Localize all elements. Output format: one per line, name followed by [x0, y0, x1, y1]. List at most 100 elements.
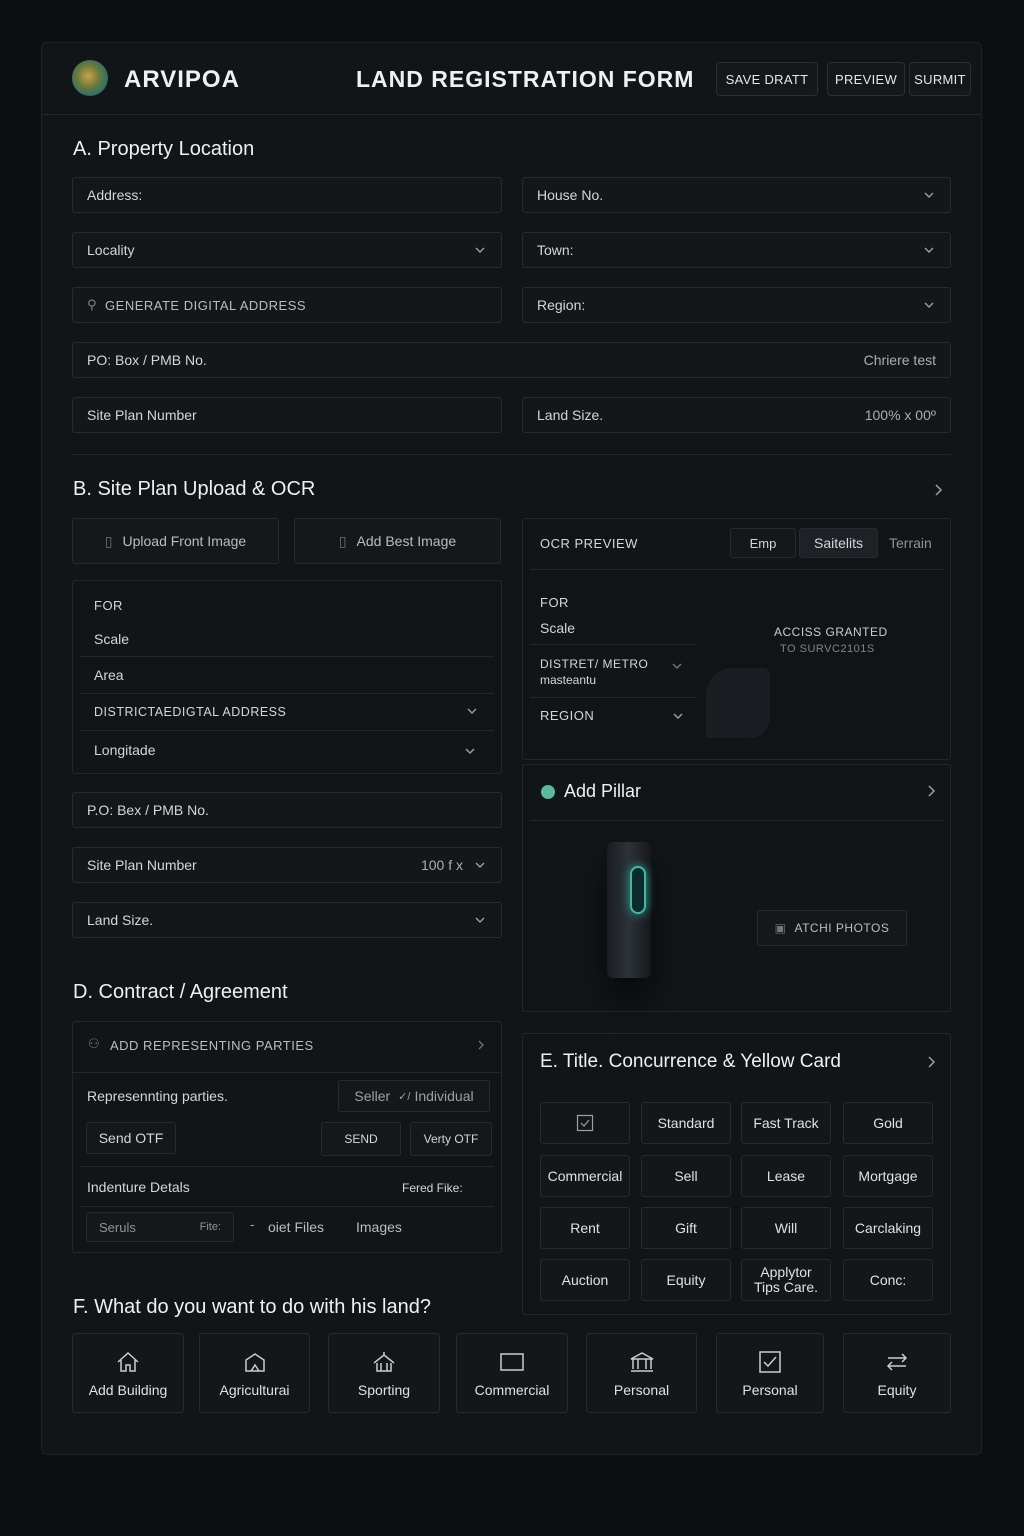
add-building-card[interactable]: Add Building	[72, 1333, 184, 1413]
upload-front-image-button[interactable]: ▯ Upload Front Image	[72, 518, 279, 564]
sporting-card[interactable]: Sporting	[328, 1333, 440, 1413]
tile-conc[interactable]: Conc:	[843, 1259, 933, 1301]
tab-emp[interactable]: Emp	[730, 528, 796, 558]
po-box-field[interactable]: PO: Box / PMB No. Chriere test	[72, 342, 951, 378]
site-plan-number-select[interactable]: Site Plan Number 100 f x	[72, 847, 502, 883]
image-icon: ▯	[338, 532, 347, 549]
longitude-select[interactable]: Longitade	[94, 742, 156, 758]
chevron-right-icon[interactable]	[932, 482, 946, 498]
location-pin-icon: ⚲	[87, 297, 98, 312]
generate-label: GENERATE DIGITAL ADDRESS	[105, 297, 307, 313]
chevron-down-icon	[922, 298, 936, 312]
send-otp-field[interactable]: Send OTF	[86, 1122, 176, 1154]
checkbox-tile[interactable]	[540, 1102, 630, 1144]
district-digital-address-select[interactable]: DISTRICTAEDIGTAL ADDRESS	[94, 705, 286, 719]
submit-button[interactable]: SURMIT	[909, 62, 971, 96]
tile-rent[interactable]: Rent	[540, 1207, 630, 1249]
oiet-files-link[interactable]: oiet Files	[268, 1219, 324, 1235]
chevron-down-icon	[922, 188, 936, 202]
pillar-light	[630, 866, 646, 914]
seruls-field[interactable]: Seruls Fite:	[86, 1212, 234, 1242]
rectangle-icon	[500, 1353, 524, 1371]
add-parties-label: ADD REPRESENTING PARTIES	[110, 1038, 314, 1053]
card-label: Sporting	[357, 1382, 411, 1398]
locality-select[interactable]: Locality	[72, 232, 502, 268]
house-icon	[117, 1351, 139, 1372]
map-shape	[706, 668, 770, 738]
chevron-right-icon[interactable]	[925, 783, 939, 799]
section-a-title: A. Property Location	[73, 138, 255, 160]
site-plan-number-field[interactable]: Site Plan Number	[72, 397, 502, 433]
brand-name: ARVIPOA	[124, 66, 240, 93]
verify-otp-button[interactable]: Verty OTF	[410, 1122, 492, 1156]
chevron-down-icon	[670, 659, 684, 673]
tile-caretaking[interactable]: Carclaking	[843, 1207, 933, 1249]
ocr-region-select[interactable]: REGION	[540, 708, 594, 723]
tile-mortgage[interactable]: Mortgage	[843, 1155, 933, 1197]
tile-gift[interactable]: Gift	[641, 1207, 731, 1249]
tab-satellites[interactable]: Saitelits	[799, 528, 878, 558]
po-box-label: PO: Box / PMB No.	[87, 352, 207, 368]
checkbox-icon	[759, 1351, 781, 1373]
tile-auction[interactable]: Auction	[540, 1259, 630, 1301]
po-box-b-label: P.O: Bex / PMB No.	[87, 802, 209, 818]
tile-sell[interactable]: Sell	[641, 1155, 731, 1197]
transfer-icon	[886, 1353, 908, 1371]
add-best-label: Add Best Image	[356, 533, 457, 549]
personal-card[interactable]: Personal	[586, 1333, 697, 1413]
po-box-value: Chriere test	[863, 352, 936, 368]
row-divider	[80, 730, 494, 731]
card-label: Add Building	[88, 1382, 168, 1398]
po-box-field-b[interactable]: P.O: Bex / PMB No.	[72, 792, 502, 828]
send-button[interactable]: SEND	[321, 1122, 401, 1156]
save-draft-button[interactable]: SAVE DRATT	[716, 62, 818, 96]
fered-files-label[interactable]: Fered Fike:	[402, 1181, 463, 1195]
personal-check-card[interactable]: Personal	[716, 1333, 824, 1413]
preview-button[interactable]: PREVIEW	[827, 62, 905, 96]
town-select[interactable]: Town:	[522, 232, 951, 268]
check-icon: ✓/	[398, 1090, 411, 1103]
row-divider	[80, 1206, 494, 1207]
dash-icon: -	[250, 1216, 255, 1232]
tile-standard[interactable]: Standard	[641, 1102, 731, 1144]
land-size-label: Land Size.	[537, 407, 604, 423]
tile-applytor[interactable]: Applytor Tips Care.	[741, 1259, 831, 1301]
files-label: Fite:	[199, 1221, 221, 1233]
tile-commercial[interactable]: Commercial	[540, 1155, 630, 1197]
page-title: LAND REGISTRATION FORM	[356, 66, 695, 92]
chevron-right-icon[interactable]	[925, 1054, 939, 1070]
header-divider	[42, 114, 981, 115]
region-select[interactable]: Region:	[522, 287, 951, 323]
agricultural-card[interactable]: Agriculturai	[199, 1333, 310, 1413]
add-best-image-button[interactable]: ▯ Add Best Image	[294, 518, 501, 564]
land-size-field[interactable]: Land Size. 100% x 00º	[522, 397, 951, 433]
generate-digital-address-button[interactable]: ⚲ GENERATE DIGITAL ADDRESS	[72, 287, 502, 323]
images-link[interactable]: Images	[356, 1219, 402, 1235]
tile-will[interactable]: Will	[741, 1207, 831, 1249]
chevron-down-icon	[473, 858, 487, 872]
tile-fast-track[interactable]: Fast Track	[741, 1102, 831, 1144]
chevron-down-icon	[463, 744, 477, 758]
address-label: Address:	[87, 187, 143, 203]
access-granted-sub: TO SURVC2101S	[780, 643, 875, 655]
seruls-label: Seruls	[99, 1219, 136, 1235]
pillar-status-icon	[541, 785, 555, 799]
land-size-select[interactable]: Land Size.	[72, 902, 502, 938]
ocr-for-label: FOR	[540, 595, 569, 610]
attach-photos-button[interactable]: ▣ ATCHI PHOTOS	[757, 910, 907, 946]
address-field[interactable]: Address:	[72, 177, 502, 213]
tile-lease[interactable]: Lease	[741, 1155, 831, 1197]
ocr-district-select[interactable]: DISTRET/ METRO	[540, 657, 648, 671]
tab-terrain[interactable]: Terrain	[889, 535, 932, 551]
equity-card[interactable]: Equity	[843, 1333, 951, 1413]
chevron-right-icon	[476, 1038, 486, 1052]
tile-gold[interactable]: Gold	[843, 1102, 933, 1144]
commercial-card[interactable]: Commercial	[456, 1333, 568, 1413]
tile-equity[interactable]: Equity	[641, 1259, 731, 1301]
brand-logo	[72, 60, 108, 96]
site-plan-label: Site Plan Number	[87, 407, 197, 423]
bank-icon	[630, 1352, 653, 1372]
image-icon: ▯	[104, 532, 113, 549]
party-type-select[interactable]: Seller ✓/ Individual	[338, 1080, 490, 1112]
house-no-select[interactable]: House No.	[522, 177, 951, 213]
